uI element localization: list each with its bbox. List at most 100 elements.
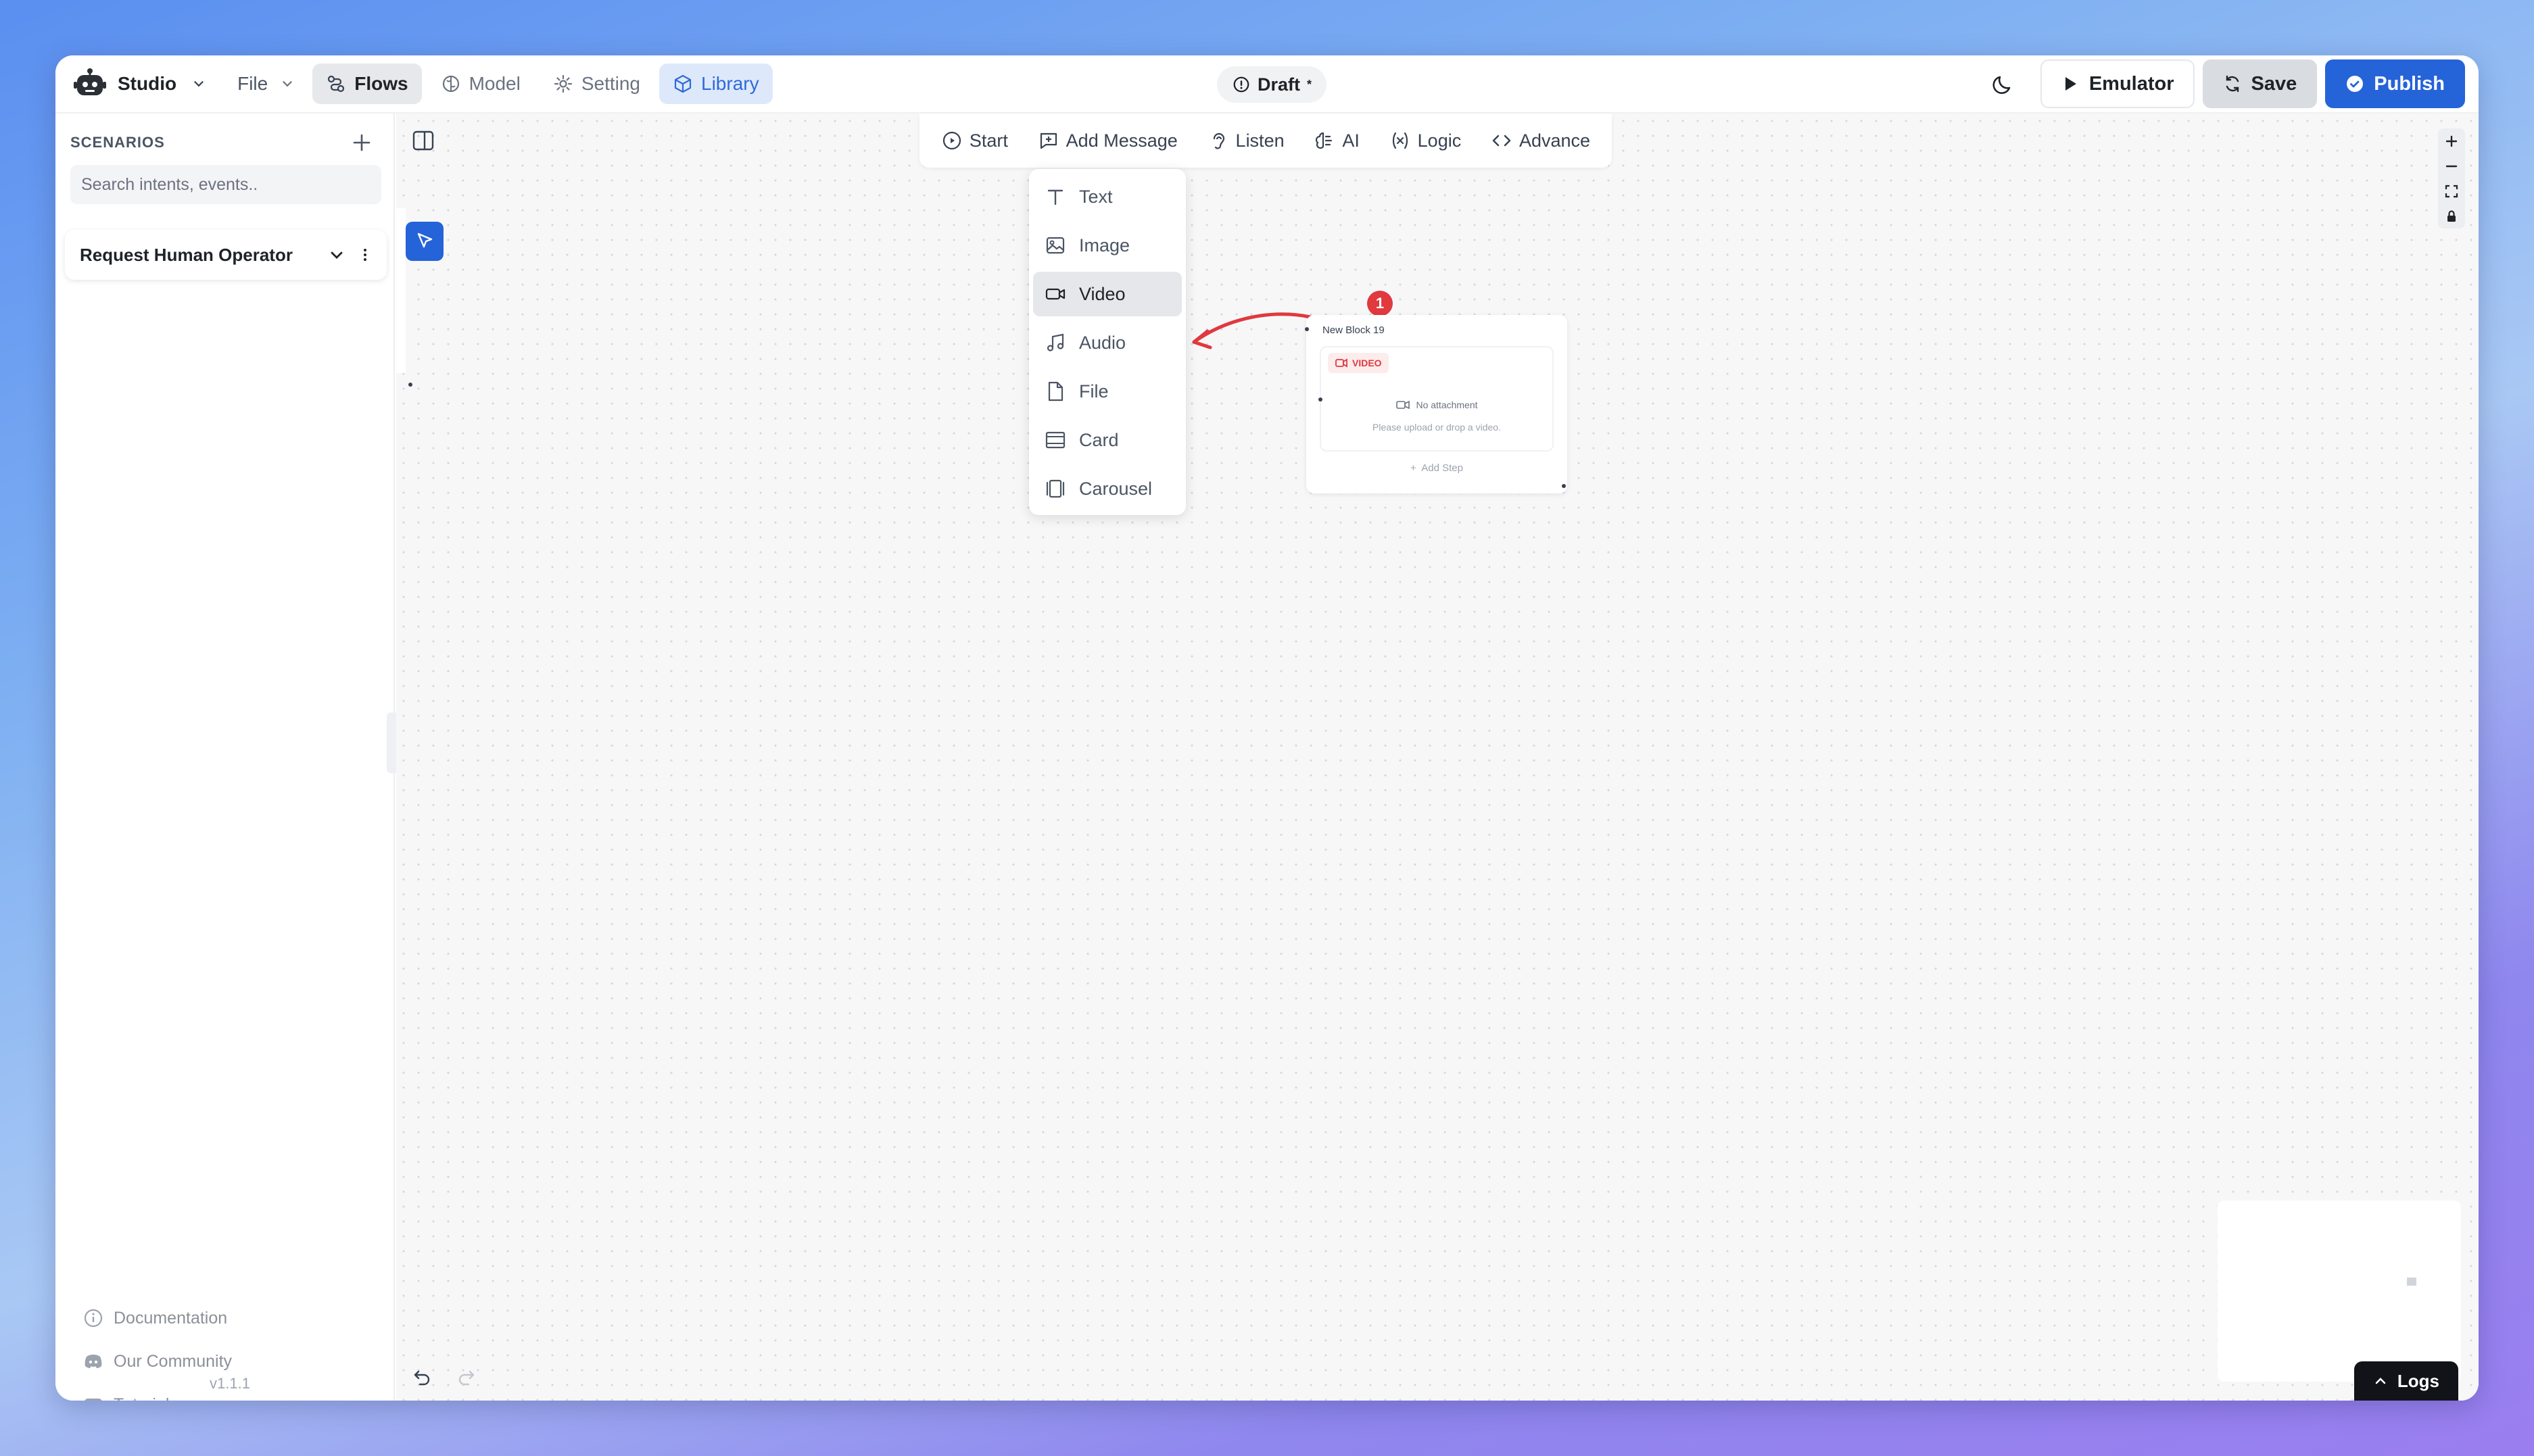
- draft-status-badge[interactable]: Draft *: [1217, 66, 1327, 103]
- file-icon: [1048, 381, 1063, 402]
- code-icon: [1492, 135, 1511, 147]
- top-bar: Studio File Flows Model Setting Library …: [55, 55, 2479, 114]
- chevron-down-icon[interactable]: [327, 245, 346, 264]
- lock-icon[interactable]: [2443, 208, 2460, 224]
- publish-button[interactable]: Publish: [2325, 59, 2465, 108]
- advance-tool[interactable]: Advance: [1491, 130, 1590, 151]
- card-icon: [1045, 431, 1066, 449]
- menu-item-image-label: Image: [1079, 235, 1130, 256]
- video-step-badge: VIDEO: [1328, 353, 1389, 373]
- no-attachment-note: No attachment: [1321, 397, 1552, 412]
- video-badge-label: VIDEO: [1352, 358, 1382, 368]
- menu-item-video[interactable]: Video: [1033, 272, 1182, 316]
- menu-item-text-label: Text: [1079, 186, 1113, 207]
- save-button[interactable]: Save: [2202, 59, 2318, 108]
- scenario-name: Request Human Operator: [80, 244, 293, 265]
- ai-tool[interactable]: AI: [1314, 130, 1360, 151]
- play-circle-icon: [942, 131, 961, 150]
- sidebar-title: SCENARIOS: [70, 134, 165, 151]
- menu-item-carousel-label: Carousel: [1079, 478, 1153, 499]
- refresh-icon: [2226, 75, 2239, 93]
- logic-tool[interactable]: Logic: [1389, 130, 1462, 151]
- add-step-label: Add Step: [1421, 462, 1463, 474]
- logs-button[interactable]: Logs: [2353, 1361, 2458, 1401]
- no-attachment-label: No attachment: [1416, 399, 1478, 410]
- menu-item-card[interactable]: Card: [1033, 418, 1182, 462]
- cube-icon: [674, 74, 692, 93]
- add-step-button[interactable]: + Add Step: [1306, 462, 1567, 474]
- check-circle-icon: [2347, 76, 2364, 92]
- draft-label: Draft: [1258, 74, 1301, 95]
- chevron-down-icon: [283, 81, 292, 87]
- search-input[interactable]: [70, 165, 381, 204]
- app-window: Studio File Flows Model Setting Library …: [55, 55, 2479, 1401]
- minimap[interactable]: [2218, 1200, 2461, 1382]
- discord-icon: [85, 1355, 102, 1368]
- flow-block[interactable]: New Block 19 VIDEO No attachment Please …: [1305, 315, 1567, 493]
- listen-tool[interactable]: Listen: [1208, 130, 1285, 151]
- file-menu[interactable]: File: [237, 73, 295, 95]
- brand-menu[interactable]: Studio: [72, 66, 206, 102]
- text-icon: [1047, 189, 1063, 205]
- info-icon: [1233, 76, 1249, 93]
- video-icon: [1396, 400, 1410, 410]
- start-label: Start: [969, 130, 1008, 151]
- image-icon: [1046, 237, 1065, 254]
- brain-icon: [442, 75, 459, 93]
- nav-library[interactable]: Library: [659, 64, 773, 104]
- emulator-label: Emulator: [2088, 72, 2174, 95]
- info-icon: [84, 1309, 103, 1328]
- menu-item-image[interactable]: Image: [1033, 223, 1182, 268]
- zoom-out-icon[interactable]: [2443, 158, 2460, 174]
- video-icon: [1045, 288, 1066, 300]
- menu-item-file[interactable]: File: [1033, 369, 1182, 414]
- variable-icon: [1392, 132, 1408, 149]
- more-vertical-icon[interactable]: [356, 245, 375, 264]
- scenarios-sidebar: SCENARIOS Request Human Operator Documen…: [55, 114, 395, 1401]
- start-tool[interactable]: Start: [941, 130, 1008, 151]
- canvas-handle-dot: [408, 383, 412, 387]
- video-step[interactable]: VIDEO No attachment Please upload or dro…: [1318, 346, 1554, 452]
- nav-flows[interactable]: Flows: [312, 64, 422, 104]
- app-name: Studio: [118, 73, 177, 94]
- save-label: Save: [2251, 72, 2297, 95]
- plus-icon[interactable]: [350, 131, 373, 154]
- pointer-tool-button[interactable]: [406, 222, 444, 261]
- menu-item-text[interactable]: Text: [1033, 174, 1182, 219]
- zoom-in-icon[interactable]: [2443, 133, 2460, 149]
- nav-model[interactable]: Model: [427, 64, 534, 104]
- menu-item-audio-label: Audio: [1079, 332, 1126, 353]
- listen-label: Listen: [1235, 130, 1285, 151]
- menu-item-audio[interactable]: Audio: [1033, 320, 1182, 365]
- music-note-icon: [1047, 333, 1064, 351]
- undo-icon[interactable]: [410, 1365, 433, 1388]
- zoom-controls: [2438, 128, 2465, 228]
- documentation-link[interactable]: Documentation: [82, 1296, 232, 1340]
- menu-item-video-label: Video: [1079, 283, 1126, 304]
- logic-label: Logic: [1417, 130, 1462, 151]
- scenario-item[interactable]: Request Human Operator: [65, 230, 387, 280]
- chevron-down-icon: [194, 81, 204, 87]
- file-menu-label: File: [237, 73, 268, 94]
- minimap-block: [2407, 1278, 2416, 1286]
- upload-hint: Please upload or drop a video.: [1372, 422, 1501, 433]
- nav-setting[interactable]: Setting: [540, 64, 654, 104]
- emulator-button[interactable]: Emulator: [2040, 59, 2195, 108]
- menu-item-card-label: Card: [1079, 429, 1119, 450]
- panel-toggle-icon[interactable]: [411, 128, 435, 153]
- ear-icon: [1213, 132, 1224, 149]
- fit-view-icon[interactable]: [2443, 183, 2460, 199]
- canvas-toolbar: Start Add Message Listen AI Logic Advanc…: [919, 114, 1612, 168]
- block-output-dot[interactable]: [1562, 484, 1566, 488]
- documentation-label: Documentation: [114, 1308, 228, 1328]
- moon-icon[interactable]: [1990, 70, 2017, 97]
- redo-icon[interactable]: [456, 1365, 479, 1388]
- nav-setting-label: Setting: [581, 73, 640, 94]
- step-number-badge: 1: [1367, 291, 1393, 316]
- add-message-tool[interactable]: Add Message: [1038, 130, 1178, 151]
- play-icon: [2065, 77, 2076, 91]
- flow-canvas[interactable]: Start Add Message Listen AI Logic Advanc…: [396, 114, 2479, 1401]
- menu-item-carousel[interactable]: Carousel: [1033, 466, 1182, 511]
- block-input-dot[interactable]: [1305, 327, 1309, 331]
- message-plus-icon: [1040, 132, 1057, 149]
